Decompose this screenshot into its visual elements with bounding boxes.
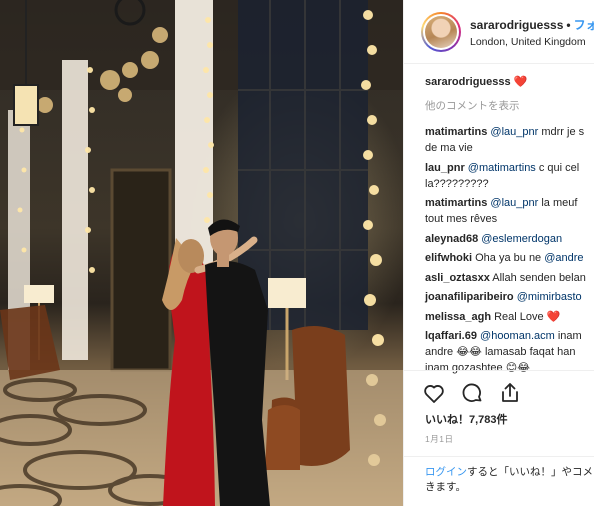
comment-mention[interactable]: @matimartins <box>468 162 536 174</box>
comment-icon[interactable] <box>460 381 484 405</box>
comment-text-cont: andre 😂😂 lamasab faqat han <box>425 346 576 358</box>
comment-text-cont: tout mes rêves <box>425 213 498 225</box>
caption-username[interactable]: sararodriguesss <box>425 76 511 88</box>
location-link[interactable]: London, United Kingdom <box>470 36 586 48</box>
comment-item: matimartins @lau_pnr la meuf tout mes rê… <box>425 195 594 227</box>
comment-mention[interactable]: @andre <box>544 252 583 264</box>
comment-username[interactable]: aleynad68 <box>425 233 478 245</box>
view-more-comments-button[interactable]: 他のコメントを表示 <box>425 98 594 114</box>
comment-item: lqaffari.69 @hooman.acm inam andre 😂😂 la… <box>425 328 594 376</box>
caption-text: ❤️ <box>513 76 528 88</box>
comment-mention[interactable]: @eslemerdogan <box>481 233 562 245</box>
avatar-image <box>425 16 457 48</box>
comment-item: joanafiliparibeiro @mimirbasto <box>425 289 594 305</box>
comment-text: la meuf <box>538 197 578 209</box>
comment-item: asli_oztasxx Allah senden belan <box>425 270 594 286</box>
post-photo[interactable] <box>0 0 403 506</box>
comment-item: lau_pnr @matimartins c qui cel la???????… <box>425 160 594 192</box>
comment-username[interactable]: melissa_agh <box>425 311 491 323</box>
comment-item: matimartins @lau_pnr mdrr je s de ma vie <box>425 124 594 156</box>
comment-mention[interactable]: @lau_pnr <box>490 197 538 209</box>
comment-text-cont: la????????? <box>425 177 489 190</box>
follow-button[interactable]: フォ <box>574 18 594 32</box>
comment-text: inam <box>554 330 582 342</box>
comment-text: c qui cel <box>535 161 580 174</box>
login-link[interactable]: ログイン <box>425 466 467 478</box>
comment-item: elifwhoki Oha ya bu ne @andre <box>425 250 594 266</box>
comment-username[interactable]: asli_oztasxx <box>425 272 490 284</box>
comment-username[interactable]: lau_pnr <box>425 162 465 174</box>
comment-item: melissa_agh Real Love ❤️ <box>425 309 594 325</box>
comment-username[interactable]: elifwhoki <box>425 252 472 264</box>
comment-username[interactable]: lqaffari.69 <box>425 330 477 342</box>
login-prompt: ログインすると「いいね！」やコメ きます。 <box>404 456 594 495</box>
heart-icon[interactable] <box>422 381 446 405</box>
header-user-row: sararodriguesss•フォ <box>470 16 594 33</box>
login-text: すると「いいね！」やコメ <box>467 466 593 478</box>
post-date[interactable]: 1月1日 <box>425 433 453 445</box>
comment-text: mdrr je s <box>538 126 585 138</box>
share-icon[interactable] <box>498 381 522 405</box>
caption: sararodriguesss ❤️ <box>425 74 594 90</box>
post-actions: いいね！7,783件 1月1日 <box>404 370 594 468</box>
comment-text: Real Love ❤️ <box>494 310 561 323</box>
avatar[interactable] <box>421 12 461 52</box>
photo-scene <box>0 0 403 506</box>
comment-item: aleynad68 @eslemerdogan <box>425 231 594 247</box>
login-text-cont: きます。 <box>425 481 466 493</box>
comment-username[interactable]: matimartins <box>425 126 487 138</box>
likes-count[interactable]: いいね！7,783件 <box>425 411 508 427</box>
header-username[interactable]: sararodriguesss <box>470 18 563 32</box>
header-separator: • <box>566 18 571 32</box>
post-header: sararodriguesss•フォ London, United Kingdo… <box>404 0 594 64</box>
comment-mention[interactable]: @hooman.acm <box>480 330 555 342</box>
comment-text: Allah senden belan <box>492 271 586 284</box>
comment-text-cont: de ma vie <box>425 142 473 154</box>
comments-list: sararodriguesss ❤️ 他のコメントを表示 matimartins… <box>425 74 594 380</box>
comment-username[interactable]: matimartins <box>425 197 487 209</box>
comment-mention[interactable]: @mimirbasto <box>517 291 582 303</box>
post-sidebar: sararodriguesss•フォ London, United Kingdo… <box>403 0 594 506</box>
comment-username[interactable]: joanafiliparibeiro <box>425 291 514 303</box>
comment-mention[interactable]: @lau_pnr <box>490 126 538 138</box>
comment-text: Oha ya bu ne <box>475 252 545 264</box>
